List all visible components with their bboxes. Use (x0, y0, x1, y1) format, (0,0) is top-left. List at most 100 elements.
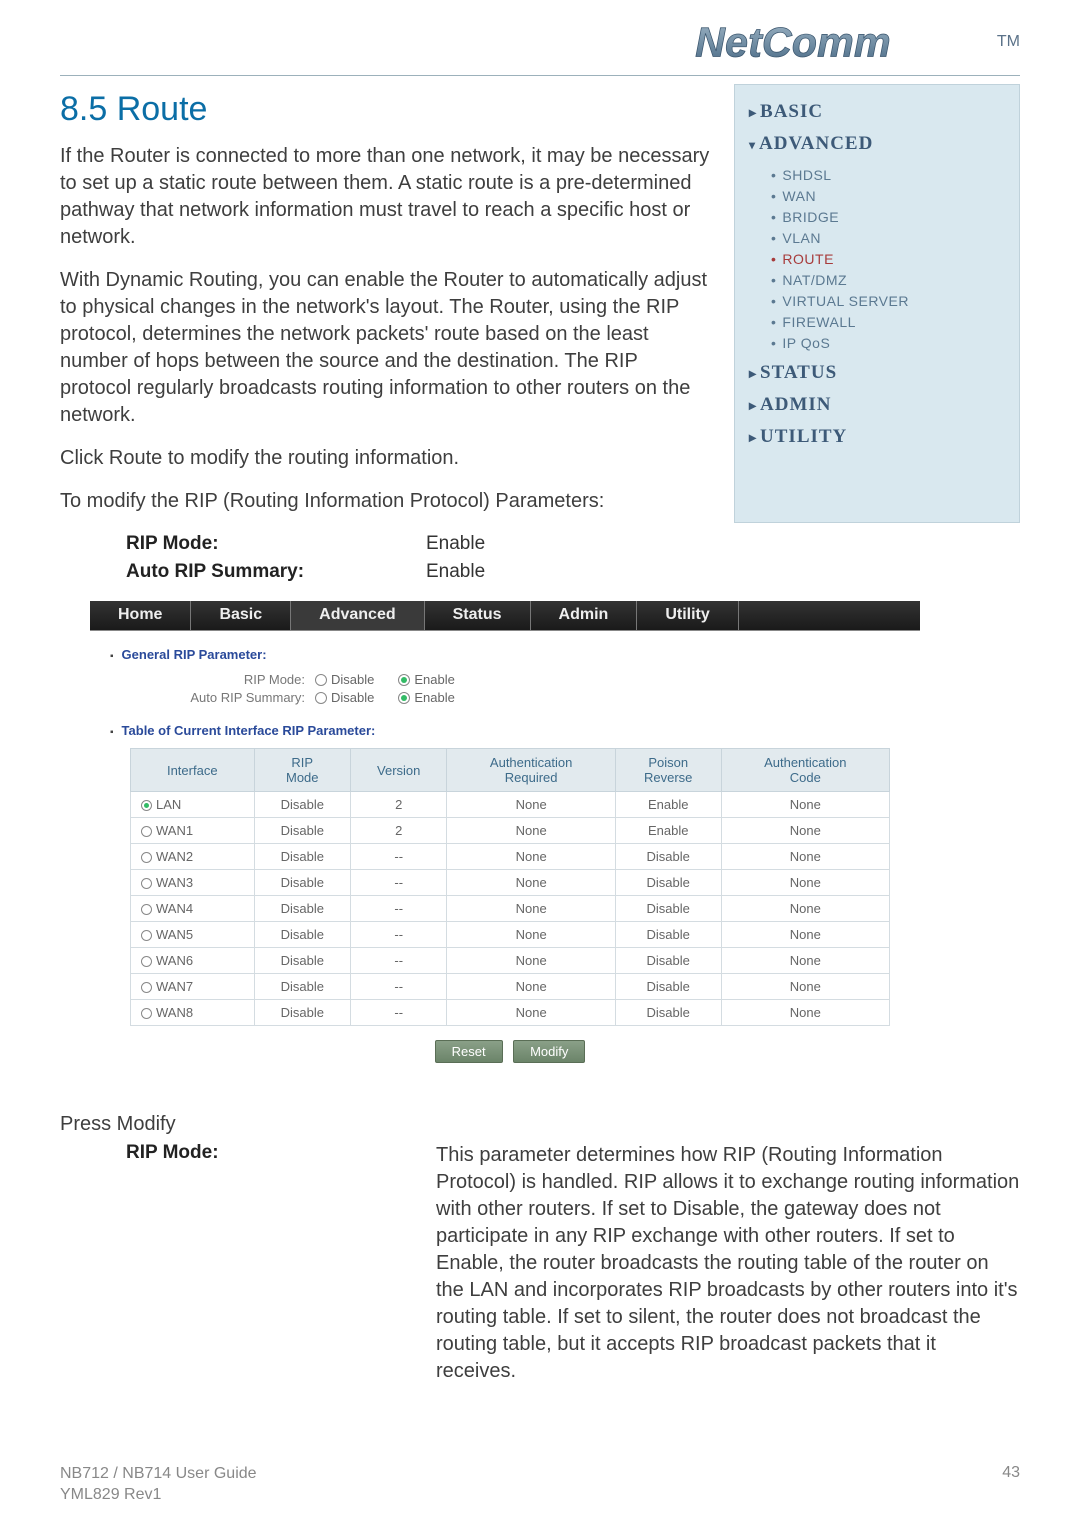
iface-cell[interactable]: WAN6 (131, 948, 255, 974)
router-admin-screenshot: HomeBasicAdvancedStatusAdminUtility Gene… (90, 601, 920, 1087)
sidebar-item-basic[interactable]: ▸BASIC (749, 101, 1005, 123)
iface-radio[interactable] (141, 904, 152, 915)
iface-cell[interactable]: LAN (131, 792, 255, 818)
cell-version: 2 (350, 792, 446, 818)
cell-mode: Disable (254, 948, 350, 974)
cell-mode: Disable (254, 792, 350, 818)
iface-radio[interactable] (141, 1008, 152, 1019)
cell-poison: Disable (615, 948, 721, 974)
cell-poison: Disable (615, 1000, 721, 1026)
column-header: Interface (131, 749, 255, 792)
radio-disable[interactable] (315, 692, 327, 704)
iface-cell[interactable]: WAN1 (131, 818, 255, 844)
cell-poison: Enable (615, 792, 721, 818)
sidebar-item-utility[interactable]: ▸UTILITY (749, 426, 1005, 448)
iface-cell[interactable]: WAN3 (131, 870, 255, 896)
cell-auth_req: None (447, 1000, 615, 1026)
iface-radio[interactable] (141, 852, 152, 863)
tab-basic[interactable]: Basic (191, 601, 291, 630)
iface-name: WAN2 (156, 849, 193, 864)
tab-home[interactable]: Home (90, 601, 191, 630)
cell-poison: Disable (615, 870, 721, 896)
intro-paragraph-3: Click Route to modify the routing inform… (60, 445, 714, 472)
press-modify-text: Press Modify (60, 1113, 1020, 1136)
tab-utility[interactable]: Utility (637, 601, 738, 630)
iface-radio[interactable] (141, 956, 152, 967)
table-row: LANDisable2NoneEnableNone (131, 792, 890, 818)
cell-version: -- (350, 870, 446, 896)
sidebar-sub-route[interactable]: ROUTE (771, 249, 1005, 270)
intro-paragraph-1: If the Router is connected to more than … (60, 143, 714, 251)
iface-radio[interactable] (141, 800, 152, 811)
column-header: Version (350, 749, 446, 792)
rip-config-panel: General RIP Parameter: RIP Mode: Disable E… (90, 631, 920, 1087)
auto-rip-summary-value: Enable (426, 561, 485, 583)
column-header: AuthenticationRequired (447, 749, 615, 792)
iface-radio[interactable] (141, 826, 152, 837)
radio-label: Disable (331, 690, 374, 705)
table-row: WAN4Disable--NoneDisableNone (131, 896, 890, 922)
reset-button[interactable]: Reset (435, 1040, 503, 1063)
iface-name: WAN4 (156, 901, 193, 916)
sidebar-sub-shdsl[interactable]: SHDSL (771, 165, 1005, 186)
sidebar-sub-virtual-server[interactable]: VIRTUAL SERVER (771, 291, 1005, 312)
tab-status[interactable]: Status (425, 601, 531, 630)
iface-name: WAN6 (156, 953, 193, 968)
sidebar-item-advanced[interactable]: ▾ADVANCED (749, 133, 1005, 155)
table-row: WAN8Disable--NoneDisableNone (131, 1000, 890, 1026)
iface-cell[interactable]: WAN5 (131, 922, 255, 948)
general-rip-heading: General RIP Parameter: (110, 647, 904, 662)
iface-cell[interactable]: WAN2 (131, 844, 255, 870)
table-row: WAN2Disable--NoneDisableNone (131, 844, 890, 870)
sidebar-advanced-submenu: SHDSLWANBRIDGEVLANROUTENAT/DMZVIRTUAL SE… (771, 165, 1005, 354)
section-number: 8.5 (60, 90, 107, 128)
general-rip-label: RIP Mode: (160, 672, 315, 687)
intro-paragraph-4: To modify the RIP (Routing Information P… (60, 488, 714, 515)
rip-params-list: RIP Mode: Enable Auto RIP Summary: Enabl… (126, 533, 1020, 583)
sidebar-sub-wan[interactable]: WAN (771, 186, 1005, 207)
iface-name: WAN1 (156, 823, 193, 838)
rip-mode-desc-label: RIP Mode: (126, 1142, 436, 1385)
iface-name: WAN8 (156, 1005, 193, 1020)
page-number: 43 (1002, 1464, 1020, 1506)
cell-mode: Disable (254, 922, 350, 948)
iface-cell[interactable]: WAN7 (131, 974, 255, 1000)
footer-guide-title: NB712 / NB714 User Guide (60, 1465, 257, 1482)
modify-button[interactable]: Modify (513, 1040, 585, 1063)
sidebar-sub-bridge[interactable]: BRIDGE (771, 207, 1005, 228)
cell-auth_code: None (721, 922, 889, 948)
radio-enable[interactable] (398, 692, 410, 704)
iface-name: LAN (156, 797, 181, 812)
iface-name: WAN5 (156, 927, 193, 942)
sidebar-sub-nat-dmz[interactable]: NAT/DMZ (771, 270, 1005, 291)
table-row: WAN1Disable2NoneEnableNone (131, 818, 890, 844)
radio-enable[interactable] (398, 674, 410, 686)
radio-disable[interactable] (315, 674, 327, 686)
cell-poison: Disable (615, 974, 721, 1000)
cell-mode: Disable (254, 896, 350, 922)
iface-cell[interactable]: WAN4 (131, 896, 255, 922)
cell-auth_req: None (447, 922, 615, 948)
rip-interface-table: InterfaceRIPModeVersionAuthenticationReq… (130, 748, 890, 1026)
sidebar-sub-firewall[interactable]: FIREWALL (771, 312, 1005, 333)
sidebar-nav: ▸BASIC ▾ADVANCED SHDSLWANBRIDGEVLANROUTE… (734, 84, 1020, 523)
cell-poison: Enable (615, 818, 721, 844)
cell-auth_req: None (447, 818, 615, 844)
cell-auth_code: None (721, 818, 889, 844)
sidebar-item-admin[interactable]: ▸ADMIN (749, 394, 1005, 416)
sidebar-sub-vlan[interactable]: VLAN (771, 228, 1005, 249)
sidebar-sub-ip-qos[interactable]: IP QoS (771, 333, 1005, 354)
tab-advanced[interactable]: Advanced (291, 601, 424, 630)
iface-radio[interactable] (141, 878, 152, 889)
iface-radio[interactable] (141, 930, 152, 941)
sidebar-item-status[interactable]: ▸STATUS (749, 362, 1005, 384)
auto-rip-summary-label: Auto RIP Summary: (126, 561, 426, 583)
tab-admin[interactable]: Admin (531, 601, 638, 630)
cell-mode: Disable (254, 974, 350, 1000)
cell-auth_req: None (447, 844, 615, 870)
general-rip-label: Auto RIP Summary: (160, 690, 315, 705)
cell-auth_code: None (721, 792, 889, 818)
iface-radio[interactable] (141, 982, 152, 993)
iface-name: WAN3 (156, 875, 193, 890)
iface-cell[interactable]: WAN8 (131, 1000, 255, 1026)
